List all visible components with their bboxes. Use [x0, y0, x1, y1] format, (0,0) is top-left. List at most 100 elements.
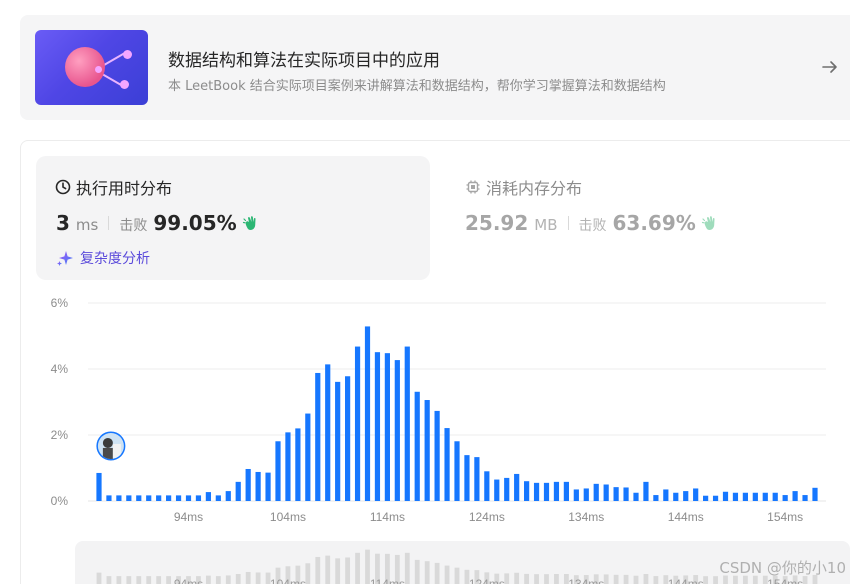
- tab-memory[interactable]: 消耗内存分布 25.92 MB 击败 63.69%: [450, 156, 840, 280]
- distribution-bar[interactable]: [752, 492, 758, 501]
- distribution-bar[interactable]: [573, 489, 579, 501]
- distribution-bar[interactable]: [494, 479, 500, 501]
- overview-bar: [554, 574, 559, 584]
- distribution-bar[interactable]: [345, 376, 351, 501]
- distribution-bar[interactable]: [404, 346, 410, 501]
- divider: [108, 216, 110, 230]
- distribution-bar[interactable]: [772, 492, 778, 501]
- distribution-bar[interactable]: [414, 391, 420, 501]
- distribution-bar[interactable]: [255, 471, 261, 501]
- distribution-bar[interactable]: [126, 495, 132, 501]
- distribution-bar[interactable]: [146, 495, 152, 501]
- distribution-bar[interactable]: [374, 352, 381, 501]
- distribution-bar[interactable]: [464, 455, 470, 501]
- distribution-bar[interactable]: [205, 492, 211, 501]
- overview-bar: [255, 572, 261, 584]
- distribution-bar[interactable]: [166, 495, 172, 501]
- overview-bar: [534, 574, 539, 584]
- distribution-bar[interactable]: [354, 346, 361, 501]
- tab-runtime[interactable]: 执行用时分布 3 ms 击败 99.05% 复杂度分析: [36, 156, 430, 280]
- distribution-bar[interactable]: [335, 381, 341, 501]
- arrow-right-icon[interactable]: [820, 57, 840, 77]
- overview-bar: [156, 576, 162, 584]
- distribution-bar[interactable]: [693, 488, 699, 501]
- distribution-bar[interactable]: [643, 481, 649, 501]
- distribution-bar[interactable]: [603, 484, 609, 502]
- distribution-bar[interactable]: [384, 353, 390, 501]
- complexity-analysis-link[interactable]: 复杂度分析: [56, 248, 150, 268]
- distribution-bar[interactable]: [275, 441, 281, 501]
- overview-bar: [414, 559, 420, 584]
- overview-bar: [703, 576, 709, 584]
- x-tick-label: 114ms: [370, 510, 405, 524]
- overview-x-tick-label: 114ms: [370, 577, 405, 584]
- distribution-bar[interactable]: [245, 468, 251, 501]
- distribution-bar[interactable]: [593, 483, 599, 501]
- distribution-bar[interactable]: [792, 491, 798, 501]
- distribution-bar[interactable]: [265, 472, 271, 501]
- distribution-bar[interactable]: [484, 471, 490, 501]
- distribution-bar[interactable]: [285, 432, 291, 501]
- distribution-bar[interactable]: [782, 495, 788, 501]
- distribution-bar[interactable]: [563, 481, 569, 501]
- distribution-bar[interactable]: [514, 473, 520, 501]
- distribution-bar[interactable]: [633, 492, 639, 501]
- distribution-bar[interactable]: [434, 410, 440, 501]
- distribution-bar[interactable]: [583, 488, 589, 501]
- overview-x-tick-label: 124ms: [469, 577, 505, 584]
- x-tick-label: 124ms: [469, 510, 505, 524]
- overview-bar: [235, 574, 241, 584]
- distribution-bar[interactable]: [683, 491, 689, 501]
- distribution-bar[interactable]: [703, 495, 709, 501]
- distribution-bar[interactable]: [722, 491, 729, 501]
- distribution-bar[interactable]: [424, 400, 430, 501]
- avatar[interactable]: [96, 431, 126, 461]
- distribution-bar[interactable]: [364, 326, 371, 501]
- distribution-bar[interactable]: [185, 495, 192, 501]
- distribution-bar[interactable]: [474, 457, 480, 501]
- distribution-bar[interactable]: [812, 487, 818, 501]
- distribution-bar[interactable]: [663, 489, 669, 501]
- distribution-bar[interactable]: [96, 472, 102, 501]
- distribution-bar[interactable]: [524, 481, 530, 501]
- distribution-bar[interactable]: [325, 364, 331, 501]
- distribution-bar[interactable]: [673, 492, 679, 501]
- distribution-bar[interactable]: [225, 491, 231, 501]
- x-tick-label: 104ms: [270, 510, 306, 524]
- runtime-tab-title: 执行用时分布: [76, 179, 173, 198]
- distribution-bar[interactable]: [235, 481, 241, 501]
- distribution-bar[interactable]: [732, 492, 739, 501]
- distribution-bar[interactable]: [136, 495, 142, 501]
- distribution-bar[interactable]: [454, 441, 460, 501]
- distribution-bar[interactable]: [394, 360, 400, 501]
- banner-subtitle: 本 LeetBook 结合实际项目案例来讲解算法和数据结构，帮你学习掌握算法和数…: [168, 79, 666, 94]
- distribution-bar[interactable]: [156, 495, 162, 501]
- distribution-bar[interactable]: [116, 495, 122, 501]
- distribution-bar[interactable]: [175, 495, 182, 501]
- leetbook-banner[interactable]: 数据结构和算法在实际项目中的应用 本 LeetBook 结合实际项目案例来讲解算…: [20, 15, 850, 120]
- distribution-bar[interactable]: [742, 492, 748, 501]
- overview-bar: [524, 573, 530, 584]
- distribution-bar[interactable]: [543, 482, 550, 501]
- distribution-bar[interactable]: [315, 372, 321, 501]
- distribution-bar[interactable]: [444, 428, 450, 501]
- distribution-bar[interactable]: [623, 487, 629, 501]
- distribution-bar[interactable]: [195, 495, 202, 501]
- overview-bar: [633, 575, 639, 584]
- distribution-bar[interactable]: [533, 482, 540, 501]
- distribution-bar[interactable]: [553, 481, 560, 501]
- distribution-bar[interactable]: [613, 487, 619, 501]
- distribution-bar[interactable]: [712, 495, 719, 501]
- distribution-bar[interactable]: [215, 495, 221, 501]
- distribution-bar[interactable]: [295, 428, 301, 501]
- distribution-bar[interactable]: [653, 495, 659, 501]
- distribution-bar[interactable]: [106, 495, 112, 501]
- runtime-value: 3: [56, 211, 70, 235]
- distribution-bar[interactable]: [504, 477, 510, 501]
- overview-bar: [305, 563, 311, 584]
- distribution-bar[interactable]: [802, 495, 808, 501]
- runtime-distribution-chart[interactable]: 0% 2% 4% 6% 94ms 104ms 114ms 124ms 134ms 144ms 154…: [0, 290, 850, 530]
- distribution-bar[interactable]: [305, 413, 311, 501]
- runtime-unit: ms: [75, 216, 99, 234]
- distribution-bar[interactable]: [762, 492, 768, 501]
